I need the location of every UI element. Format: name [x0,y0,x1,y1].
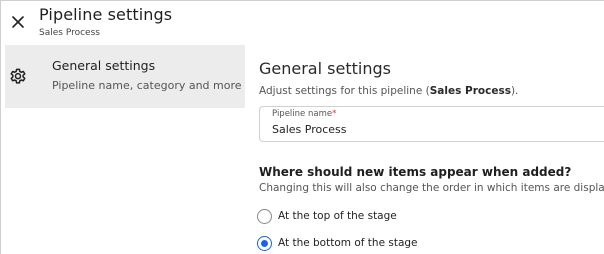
pipeline-settings-dialog: Pipeline settings Sales Process General … [0,0,604,254]
pipeline-name-field[interactable]: Pipeline name* [259,106,604,142]
gear-icon [10,68,26,84]
placement-description: Changing this will also change the order… [259,182,604,194]
settings-sidebar: General settings Pipeline name, category… [1,45,245,254]
general-settings-panel: General settings Adjust settings for thi… [245,45,604,254]
page-subtitle: Sales Process [39,28,100,38]
sidebar-item-label: General settings [52,58,156,73]
description-suffix: ). [510,85,519,97]
sidebar-item-description: Pipeline name, category and more [52,79,242,92]
radio-button-checked[interactable] [257,236,272,251]
radio-label: At the bottom of the stage [278,237,418,249]
required-mark: * [332,109,337,119]
description-prefix: Adjust settings for this pipeline ( [259,85,430,97]
pipeline-name-label: Pipeline name* [272,109,336,119]
pipeline-name-label-text: Pipeline name [272,109,333,119]
close-button[interactable] [7,11,29,33]
section-description: Adjust settings for this pipeline (Sales… [259,85,518,97]
section-title: General settings [259,59,391,78]
page-title: Pipeline settings [39,5,173,24]
radio-button-unchecked[interactable] [257,209,272,224]
pipeline-name-input[interactable] [272,123,592,136]
radio-label: At the top of the stage [278,210,397,222]
description-pipeline-name: Sales Process [429,85,511,97]
close-icon [12,16,24,28]
placement-question: Where should new items appear when added… [259,165,572,179]
sidebar-item-general-settings[interactable]: General settings Pipeline name, category… [5,45,245,108]
dialog-header: Pipeline settings Sales Process [1,1,604,45]
